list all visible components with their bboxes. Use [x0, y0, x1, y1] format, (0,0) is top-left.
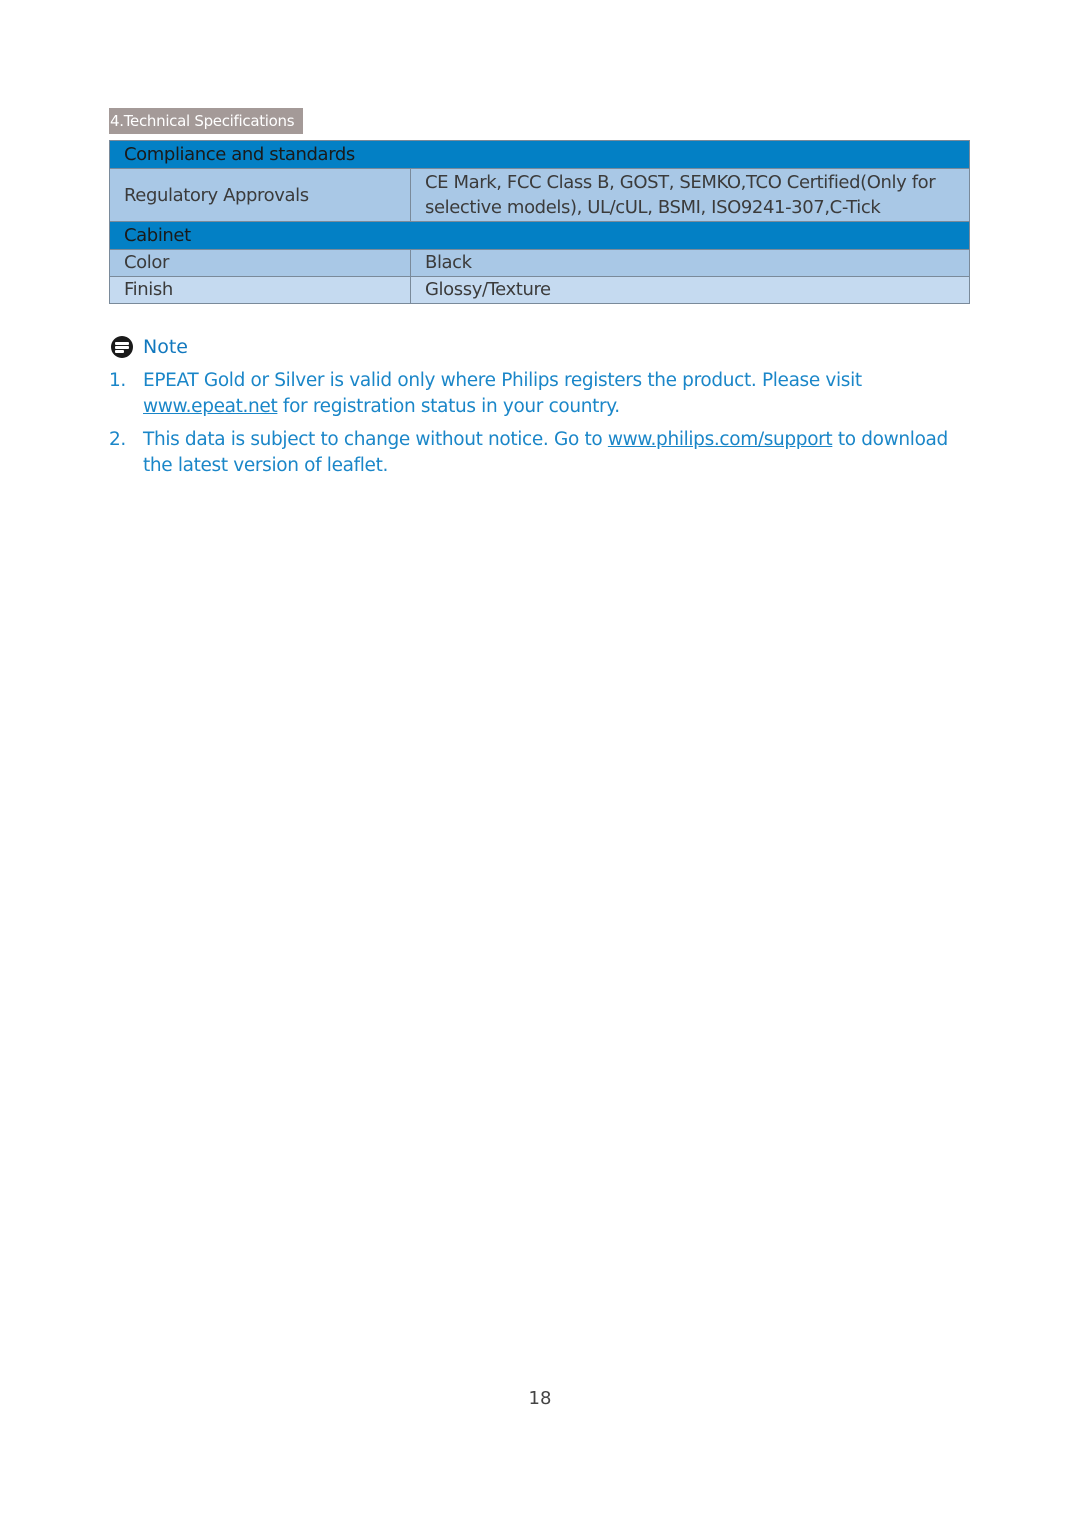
section-tab: 4.Technical Specifications: [109, 108, 303, 134]
note-list: 1. EPEAT Gold or Silver is valid only whe…: [109, 368, 969, 486]
section-header-row: Cabinet: [109, 221, 970, 250]
note-item: 2. This data is subject to change without…: [109, 427, 969, 479]
section-header-row: Compliance and standards: [109, 140, 970, 169]
note-number: 2.: [109, 429, 126, 450]
row-label: Regulatory Approvals: [109, 168, 411, 222]
epeat-link[interactable]: www.epeat.net: [143, 396, 278, 417]
row-value: Black: [410, 249, 970, 277]
note-text: for registration status in your country.: [277, 396, 620, 417]
spec-table: Compliance and standards Regulatory Appr…: [109, 140, 970, 304]
row-label: Finish: [109, 276, 411, 304]
note-item: 1. EPEAT Gold or Silver is valid only whe…: [109, 368, 969, 420]
section-header-compliance: Compliance and standards: [109, 140, 970, 169]
table-row: Color Black: [109, 249, 970, 277]
table-row: Finish Glossy/Texture: [109, 276, 970, 304]
note-heading: Note: [111, 336, 188, 358]
note-text: This data is subject to change without n…: [143, 429, 608, 450]
row-label: Color: [109, 249, 411, 277]
note-title: Note: [143, 336, 188, 358]
table-row: Regulatory Approvals CE Mark, FCC Class …: [109, 168, 970, 222]
note-number: 1.: [109, 370, 126, 391]
page-number: 18: [528, 1388, 552, 1409]
philips-support-link[interactable]: www.philips.com/support: [608, 429, 833, 450]
note-icon: [111, 336, 133, 358]
row-value: CE Mark, FCC Class B, GOST, SEMKO,TCO Ce…: [410, 168, 970, 222]
note-text: EPEAT Gold or Silver is valid only where…: [143, 370, 862, 391]
section-header-cabinet: Cabinet: [109, 221, 970, 250]
row-value: Glossy/Texture: [410, 276, 970, 304]
